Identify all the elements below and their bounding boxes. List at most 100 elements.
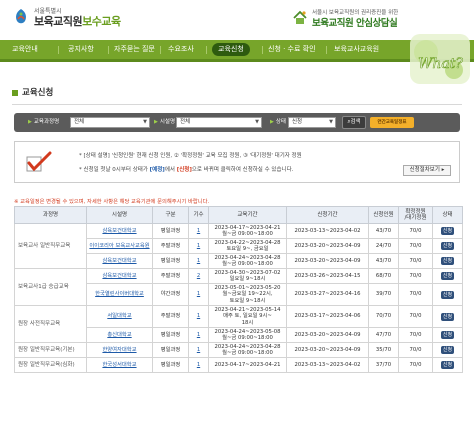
apply-button[interactable]: 신청 [440,331,455,339]
apply-button[interactable]: 신청 [440,361,455,369]
title-bullet-icon [12,90,18,96]
cell-quota: 70/0 [398,305,433,328]
cell-term: 1 [188,283,209,306]
table-row: 보육교사1급 승급교육 삼육보건대학교 주말과정 2 2023-04-30~2023-0… [14,268,463,306]
term-link[interactable]: 1 [197,347,200,353]
cell-apply-period: 2023-03-13~2023-04-02 [286,357,369,373]
cell-period: 2023-04-24~2023-04-28 월~금 09:00~18:00 [208,253,287,269]
table-row: 원장 일반직무교육(심화) 한국성서대학교 평일과정 1 2023-04-17~2023… [14,357,463,373]
institution-link[interactable]: 한국성서대학교 [102,362,136,368]
cell-status: 신청 [432,305,463,328]
term-link[interactable]: 1 [197,228,200,234]
term-link[interactable]: 1 [197,258,200,264]
institution-link[interactable]: 이이코리아 보육교사교육원 [89,243,149,249]
cell-apply-period: 2023-03-20~2023-04-09 [286,342,369,358]
nav-separator [262,46,263,54]
cell-course: 원장 사전직무교육 [14,305,87,343]
col-type: 구분 [152,206,189,224]
institution-link[interactable]: 삼육보건대학교 [102,258,136,264]
search-bar: ▶ 교육과정명 전체 ▼ ▶ 시설명 전체 ▼ ▶ 상태 신청 ▼ ⌕검색 연간교육일정표 [14,113,460,132]
table-row: 원장 사전직무교육 서일대학교 주말과정 1 2023-04-21~2023-05-14… [14,305,463,343]
nav-item-faq[interactable]: 자주묻는 질문 [114,40,155,59]
apply-procedure-button[interactable]: 신청절차보기 ▸ [403,165,451,176]
term-link[interactable]: 1 [197,243,200,249]
apply-button[interactable]: 신청 [440,346,455,354]
cell-quota: 70/0 [398,327,433,343]
institution-link[interactable]: 삼육보건대학교 [102,273,136,279]
apply-button[interactable]: 신청 [440,290,455,299]
cell-course: 원장 일반직무교육(기본) [14,342,87,358]
annual-schedule-button[interactable]: 연간교육일정표 [370,117,414,128]
cell-apply-period: 2023-03-27~2023-04-16 [286,283,369,306]
term-link[interactable]: 1 [197,291,200,297]
status-select[interactable]: 신청 ▼ [288,117,336,128]
course-type-select[interactable]: 전체 ▼ [70,117,150,128]
cell-quota: 70/0 [398,268,433,284]
course-type-label: ▶ 교육과정명 [28,119,60,125]
cell-quota: 70/0 [398,283,433,306]
apply-button[interactable]: 신청 [440,257,455,265]
title-divider [12,104,462,105]
cell-status: 신청 [432,327,463,343]
col-institution: 시설명 [86,206,153,224]
status-notice-box: * [상태 설명] '신청인원' 현재 신청 인원, ② '확정정원' 교육 모… [14,141,460,183]
cell-status: 신청 [432,357,463,373]
nav-item-institute[interactable]: 보육교사교육원 [334,40,379,59]
term-link[interactable]: 1 [197,362,200,368]
nav-item-notice[interactable]: 공지사항 [68,40,94,59]
nav-item-survey[interactable]: 수요조사 [168,40,194,59]
table-row: 보육교사 일반직무교육 삼육보건대학교 평일과정 1 2023-04-17~2023-0… [14,223,463,269]
cell-term: 2 [188,268,209,284]
cell-status: 신청 [432,268,463,284]
institution-select[interactable]: 전체 ▼ [176,117,262,128]
institution-link[interactable]: 총신대학교 [107,332,131,338]
apply-button[interactable]: 신청 [440,272,455,280]
term-link[interactable]: 1 [197,313,200,319]
apply-button[interactable]: 신청 [440,227,455,235]
triangle-icon: ▶ [154,119,158,125]
term-link[interactable]: 1 [197,332,200,338]
triangle-icon: ▶ [270,119,274,125]
cell-type: 평일과정 [152,223,189,239]
cell-quota: 70/0 [398,223,433,239]
schedule-warning: ※ 교육일정은 변경될 수 있으며, 자세한 사항은 해당 교육기관에 문의해주… [14,199,210,205]
chevron-down-icon: ▼ [255,119,259,125]
cell-period: 2023-04-17~2023-04-21 [208,357,287,373]
col-period: 교육기간 [208,206,287,224]
cell-type: 야간과정 [152,283,189,306]
institution-link[interactable]: 한양여자대학교 [102,347,136,353]
what-badge-icon: What? [410,34,470,84]
cell-quota: 70/0 [398,342,433,358]
cell-type: 주말과정 [152,268,189,284]
logo-title: 보육교직원보수교육 [34,15,121,28]
cell-type: 평일과정 [152,357,189,373]
cell-applicants: 43/70 [368,253,399,269]
nav-separator [206,46,207,54]
cell-term: 1 [188,253,209,269]
nav-separator [108,46,109,54]
search-button[interactable]: ⌕검색 [342,116,366,129]
cell-quota: 70/0 [398,357,433,373]
cell-course: 원장 일반직무교육(심화) [14,357,87,373]
institution-link[interactable]: 서일대학교 [107,313,131,319]
cell-period: 2023-04-17~2023-04-21 월~금 09:00~18:00 [208,223,287,239]
cell-institution: 한국열린사이버대학교 [86,283,153,306]
nav-separator [58,46,59,54]
cell-period: 2023-05-01~2023-05-20 월~금요일 19~22시, 토요일 … [208,283,287,306]
nav-item-check[interactable]: 신청 · 수료 확인 [268,40,316,59]
nav-item-apply[interactable]: 교육신청 [212,43,250,56]
cell-period: 2023-04-21~2023-05-14 매주 토, 일요일 9시~ 18시 [208,305,287,328]
term-link[interactable]: 2 [197,273,200,279]
cell-applicants: 47/70 [368,327,399,343]
cell-status: 신청 [432,253,463,269]
cell-course: 보육교사1급 승급교육 [14,268,87,306]
house-icon [293,10,307,24]
institution-link[interactable]: 삼육보건대학교 [102,228,136,234]
nav-item-guide[interactable]: 교육안내 [12,40,38,59]
apply-button[interactable]: 신청 [440,242,455,250]
table-row: 원장 일반직무교육(기본) 한양여자대학교 평일과정 1 2023-04-24~2023… [14,342,463,358]
cell-period: 2023-04-24~2023-05-08 월~금 09:00~18:00 [208,327,287,343]
cell-apply-period: 2023-03-13~2023-04-02 [286,223,369,239]
apply-button[interactable]: 신청 [440,312,455,321]
institution-link[interactable]: 한국열린사이버대학교 [95,291,144,297]
